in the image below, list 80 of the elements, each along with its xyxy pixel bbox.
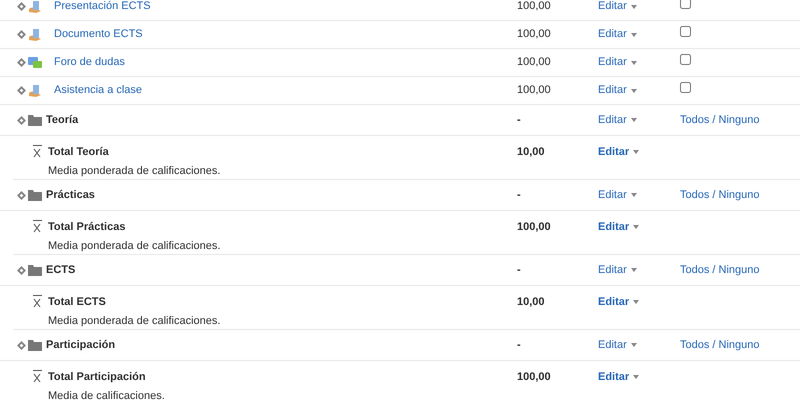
caret-icon [630,32,637,36]
total-description: Media ponderada de calificaciones. [48,164,220,178]
grade-value: 100,00 [517,55,552,70]
select-all-none-link[interactable]: Todos / Ninguno [680,264,760,276]
category-name: ECTS [46,262,76,278]
grade-value: 100,00 [517,220,552,235]
edit-menu-button[interactable]: Editar [598,186,637,204]
grade-value: 10,00 [517,295,546,310]
select-all-none-link[interactable]: Todos / Ninguno [680,114,760,126]
move-icon[interactable] [17,86,26,95]
total-name: Total ECTS [48,295,107,310]
total-name: Total Prácticas [48,220,126,235]
edit-menu-button[interactable]: Editar [598,112,637,128]
edit-menu-button[interactable]: Editar [598,82,637,99]
grade-value: - [517,338,522,353]
item-checkbox[interactable] [680,82,691,94]
total-name: Total Participación [48,370,147,385]
caret-icon [630,118,637,122]
mean-icon [31,294,43,308]
caret-icon [633,225,640,230]
folder-icon [28,114,42,126]
edit-menu-button[interactable]: Editar [598,0,637,15]
category-name: Participación [46,338,116,353]
item-link[interactable]: Foro de dudas [54,54,125,71]
item-checkbox[interactable] [680,26,691,38]
category-name: Prácticas [46,188,95,203]
caret-icon [630,4,637,8]
document-icon [28,0,42,14]
total-description: Media ponderada de calificaciones. [48,238,220,254]
caret-icon [633,150,640,154]
edit-menu-button[interactable]: Editar [598,294,640,310]
item-link[interactable]: Presentación ECTS [54,0,151,15]
folder-icon [28,340,42,350]
edit-menu-button[interactable]: Editar [598,144,640,160]
mean-icon [31,219,43,233]
folder-icon [28,190,42,200]
total-description: Media de calificaciones. [48,388,165,402]
category-name: Teoría [46,112,78,128]
document-icon [28,84,42,98]
caret-icon [633,300,640,304]
move-icon[interactable] [17,190,26,200]
document-icon [28,28,42,42]
edit-menu-button[interactable]: Editar [598,219,640,236]
edit-menu-button[interactable]: Editar [598,369,640,386]
select-all-none-link[interactable]: Todos / Ninguno [680,338,760,351]
item-checkbox[interactable] [680,0,691,10]
select-all-none-link[interactable]: Todos / Ninguno [680,188,760,201]
edit-menu-button[interactable]: Editar [598,336,637,354]
move-icon[interactable] [17,266,26,274]
forum-icon [28,56,42,70]
mean-icon [31,369,43,383]
item-checkbox[interactable] [680,54,691,66]
caret-icon [630,193,637,197]
grade-value: 10,00 [517,145,546,160]
caret-icon [630,88,637,92]
edit-menu-button[interactable]: Editar [598,262,637,278]
move-icon[interactable] [17,116,26,124]
move-icon[interactable] [17,2,26,11]
edit-menu-button[interactable]: Editar [598,26,637,43]
item-link[interactable]: Documento ECTS [54,26,143,43]
grade-value: 100,00 [517,0,552,14]
caret-icon [633,375,640,380]
caret-icon [630,268,637,272]
grade-value: 100,00 [517,370,552,385]
caret-icon [630,60,637,64]
grade-value: - [517,262,522,278]
move-icon[interactable] [17,30,26,39]
mean-icon [31,144,43,158]
edit-menu-button[interactable]: Editar [598,54,637,71]
grade-value: - [517,188,522,203]
grade-value: 100,00 [517,83,552,98]
total-name: Total Teoría [48,145,110,160]
caret-icon [630,343,637,347]
total-description: Media ponderada de calificaciones. [48,314,220,328]
move-icon[interactable] [17,58,26,67]
grade-value: 100,00 [517,27,552,42]
grade-value: - [517,112,522,128]
item-link[interactable]: Asistencia a clase [54,82,142,99]
folder-icon [28,264,42,276]
move-icon[interactable] [17,340,26,350]
